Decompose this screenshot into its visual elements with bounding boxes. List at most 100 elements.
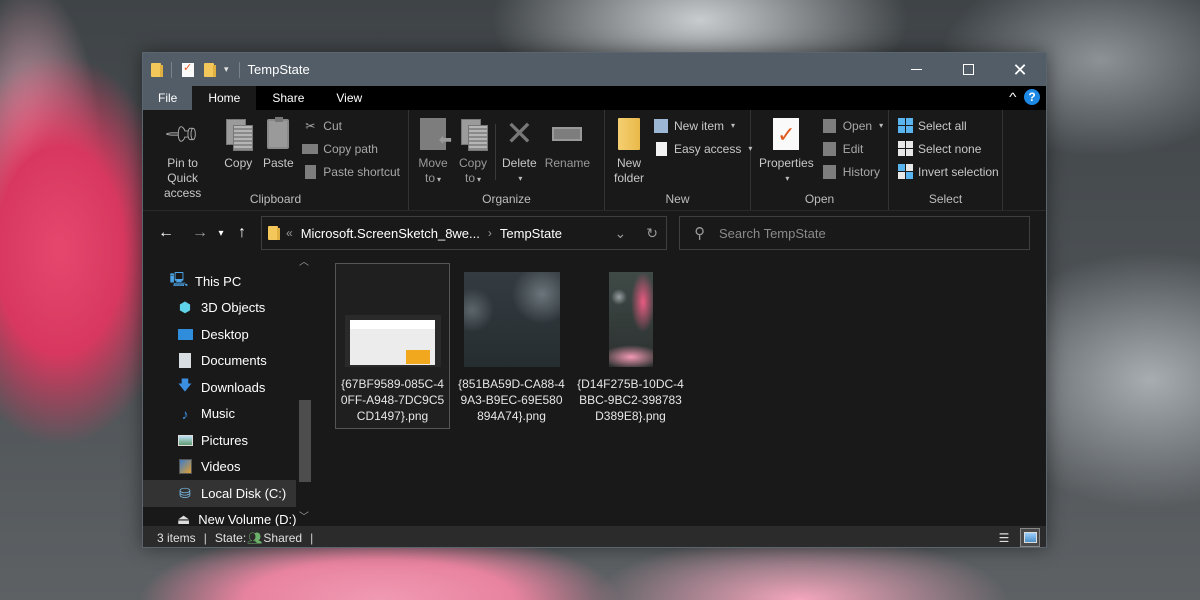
- copy-to-label-line1: Copy: [458, 156, 487, 170]
- new-item-button[interactable]: New item ▾: [653, 116, 752, 135]
- sidebar-item-this-pc[interactable]: 🖳︎ This PC: [143, 268, 296, 295]
- pin-label-line1: Pin to Quick: [167, 156, 198, 185]
- cut-label: Cut: [323, 118, 342, 133]
- tab-view[interactable]: View: [320, 86, 378, 110]
- breadcrumb-item[interactable]: Microsoft.ScreenSketch_8we...: [301, 226, 480, 241]
- organize-group-label: Organize: [482, 192, 531, 206]
- breadcrumb-overflow[interactable]: «: [286, 226, 293, 240]
- open-button[interactable]: Open ▾: [822, 116, 883, 135]
- sidebar-item-label: This PC: [195, 273, 242, 289]
- tab-file[interactable]: File: [143, 86, 193, 110]
- open-group: ✓ Properties ▾ Open ▾ Edit History Open: [751, 110, 889, 210]
- title-bar: ▾ TempState ✕: [143, 53, 1046, 86]
- search-icon: ⚲: [694, 225, 705, 242]
- paste-shortcut-icon: [302, 164, 318, 180]
- sidebar-item-label: Pictures: [201, 432, 248, 448]
- easy-access-label: Easy access: [674, 141, 742, 156]
- breadcrumb-item[interactable]: TempState: [500, 226, 562, 241]
- organize-group: Move to▾ Copy to▾ ✕ Delete ▾ Rename Orga…: [409, 110, 605, 210]
- clipboard-group: 📌︎ Pin to Quick access Copy Paste ✂ Cut: [143, 110, 409, 210]
- copy-to-icon: [459, 118, 488, 151]
- maximize-button[interactable]: [942, 53, 994, 86]
- copy-icon: [224, 118, 254, 151]
- move-to-label-line1: Move: [418, 156, 448, 170]
- ribbon: 📌︎ Pin to Quick access Copy Paste ✂ Cut: [143, 110, 1046, 211]
- sidebar-item-label: Documents: [201, 353, 267, 369]
- search-input[interactable]: [719, 225, 1009, 241]
- sidebar-item-videos[interactable]: Videos: [143, 454, 296, 481]
- back-button[interactable]: ←: [153, 224, 179, 242]
- music-icon: ♪: [181, 405, 189, 422]
- file-item[interactable]: {D14F275B-10DC-4BBC-9BC2-398783D389E8}.p…: [573, 263, 688, 429]
- sidebar-item-documents[interactable]: Documents: [143, 348, 296, 375]
- ribbon-tabs: File Home Share View ^ ?: [143, 86, 1046, 110]
- scrollbar-thumb[interactable]: [299, 400, 311, 482]
- select-all-icon: [897, 118, 913, 133]
- up-button[interactable]: ↑: [229, 224, 255, 242]
- search-box[interactable]: ⚲: [679, 216, 1030, 250]
- open-icon: [822, 118, 838, 134]
- recent-locations-dropdown[interactable]: ▾: [213, 228, 229, 239]
- copy-path-icon: [302, 141, 319, 157]
- minimize-button[interactable]: [890, 53, 942, 86]
- select-all-button[interactable]: Select all: [897, 116, 999, 135]
- tab-share[interactable]: Share: [256, 86, 320, 110]
- details-view-icon: ☰: [998, 530, 1010, 545]
- easy-access-button[interactable]: Easy access ▾: [653, 139, 752, 158]
- address-bar-actions: ⌄ ↻: [615, 225, 658, 242]
- sidebar-item-label: Videos: [201, 459, 241, 475]
- navigation-pane: 🖳︎ This PC ⬢ 3D Objects Desktop Document…: [143, 255, 316, 527]
- select-group-label: Select: [928, 192, 963, 206]
- new-group: New folder New item ▾ Easy access ▾ New: [605, 110, 752, 210]
- help-icon[interactable]: ?: [1024, 89, 1040, 105]
- quick-access-toolbar: ▾: [143, 61, 246, 78]
- status-separator: |: [203, 530, 207, 545]
- chevron-right-icon[interactable]: ›: [488, 226, 492, 240]
- new-folder-icon[interactable]: [204, 62, 216, 77]
- dropdown-caret-icon: ▾: [879, 121, 884, 130]
- copy-path-button[interactable]: Copy path: [302, 139, 400, 158]
- tab-home[interactable]: Home: [192, 86, 257, 110]
- file-item[interactable]: {67BF9589-085C-40FF-A948-7DC9C5CD1497}.p…: [335, 263, 450, 429]
- dropdown-caret-icon: ▾: [518, 174, 523, 183]
- sidebar-item-3d-objects[interactable]: ⬢ 3D Objects: [143, 295, 296, 322]
- close-button[interactable]: ✕: [994, 53, 1046, 86]
- paste-shortcut-label: Paste shortcut: [323, 164, 400, 179]
- sidebar-item-label: Music: [201, 406, 235, 422]
- file-name: {67BF9589-085C-40FF-A948-7DC9C5CD1497}.p…: [340, 377, 445, 423]
- select-none-button[interactable]: Select none: [897, 139, 999, 158]
- sidebar-item-local-disk-c[interactable]: ⛁ Local Disk (C:): [143, 480, 296, 507]
- file-item[interactable]: {851BA59D-CA88-49A3-B9EC-69E580894A74}.p…: [454, 263, 569, 429]
- sidebar-item-pictures[interactable]: Pictures: [143, 427, 296, 454]
- properties-icon[interactable]: [182, 61, 194, 77]
- nav-pane-scrollbar[interactable]: ︿ ﹀: [296, 255, 312, 526]
- large-icons-view-button[interactable]: [1020, 528, 1040, 547]
- select-all-label: Select all: [918, 118, 967, 133]
- scroll-up-icon[interactable]: ︿: [296, 255, 312, 271]
- local-disk-icon: ⛁: [179, 484, 191, 501]
- easy-access-icon: [653, 141, 669, 157]
- sidebar-item-music[interactable]: ♪ Music: [143, 401, 296, 428]
- details-view-button[interactable]: ☰: [994, 528, 1014, 547]
- status-bar: 3 items | State: 👥︎ Shared | ☰: [143, 526, 1046, 547]
- scroll-down-icon[interactable]: ﹀: [296, 510, 312, 526]
- content-area: 🖳︎ This PC ⬢ 3D Objects Desktop Document…: [143, 255, 1046, 527]
- refresh-icon[interactable]: ↻: [646, 225, 658, 242]
- customize-qat-dropdown-icon[interactable]: ▾: [224, 64, 229, 75]
- window-title: TempState: [247, 62, 310, 77]
- this-pc-icon: 🖳︎: [169, 271, 189, 288]
- forward-button[interactable]: →: [187, 224, 213, 242]
- edit-button[interactable]: Edit: [822, 139, 883, 158]
- paste-shortcut-button[interactable]: Paste shortcut: [302, 162, 400, 181]
- cut-button[interactable]: ✂ Cut: [302, 116, 400, 135]
- sidebar-item-downloads[interactable]: 🡇 Downloads: [143, 374, 296, 401]
- collapse-ribbon-icon[interactable]: ^: [1010, 90, 1017, 104]
- history-button[interactable]: History: [822, 162, 883, 181]
- properties-icon: ✓: [773, 118, 800, 150]
- invert-selection-button[interactable]: Invert selection: [897, 162, 999, 181]
- qat-separator: [171, 61, 172, 78]
- sidebar-item-label: Local Disk (C:): [201, 485, 287, 501]
- address-history-dropdown-icon[interactable]: ⌄: [615, 225, 627, 242]
- sidebar-item-desktop[interactable]: Desktop: [143, 321, 296, 348]
- address-bar[interactable]: « Microsoft.ScreenSketch_8we... › TempSt…: [261, 216, 667, 250]
